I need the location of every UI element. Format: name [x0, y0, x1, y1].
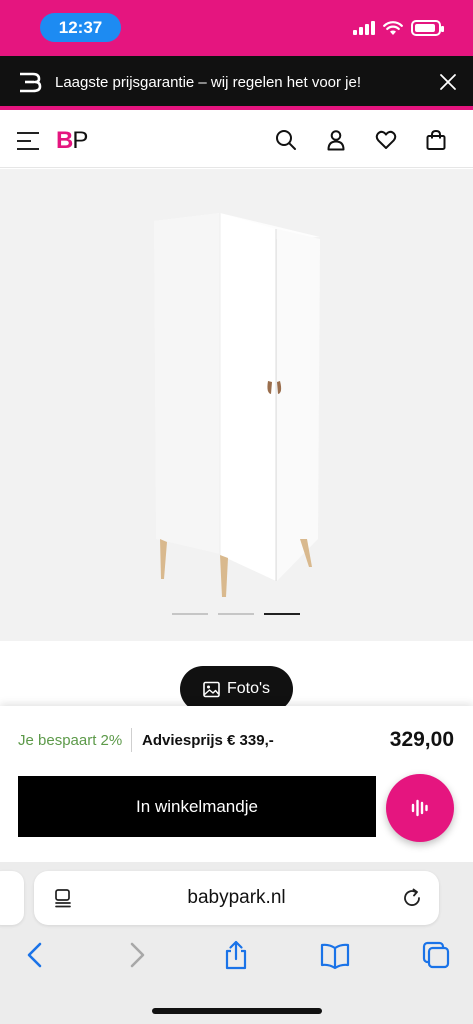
previous-tab-preview[interactable] — [0, 871, 24, 925]
back-icon[interactable] — [20, 940, 50, 970]
bookmarks-icon[interactable] — [320, 940, 350, 970]
product-image-gallery[interactable] — [0, 169, 473, 641]
product-image — [154, 213, 320, 597]
menu-icon[interactable] — [17, 132, 39, 150]
cellular-signal-icon — [353, 21, 375, 35]
savings-text: Je bespaart 2% — [18, 732, 123, 749]
status-bar: 12:37 — [0, 0, 473, 56]
heart-icon[interactable] — [375, 129, 397, 151]
logo-letter-b: B — [56, 127, 73, 154]
share-icon[interactable] — [221, 940, 251, 970]
promo-logo-icon — [20, 72, 42, 93]
battery-icon — [411, 20, 444, 36]
url-text[interactable]: babypark.nl — [34, 887, 439, 909]
logo-letter-p: P — [72, 127, 88, 154]
audio-wave-icon — [411, 799, 428, 817]
status-icons — [353, 20, 444, 36]
gallery-dot[interactable] — [264, 613, 300, 615]
close-icon[interactable] — [439, 73, 457, 91]
gallery-dot[interactable] — [218, 613, 254, 615]
add-to-cart-label: In winkelmandje — [136, 796, 258, 816]
product-price: 329,00 — [389, 728, 454, 751]
divider — [131, 728, 132, 752]
account-icon[interactable] — [325, 129, 347, 151]
gallery-dot[interactable] — [172, 613, 208, 615]
promo-banner: Laagste prijsgarantie – wij regelen het … — [0, 56, 473, 110]
browser-toolbar — [0, 940, 473, 974]
add-to-cart-button[interactable]: In winkelmandje — [18, 776, 376, 837]
browser-bottom-bar: babypark.nl — [0, 862, 473, 1024]
site-header: BP — [0, 114, 473, 168]
gallery-pagination — [172, 613, 300, 615]
reload-icon[interactable] — [401, 887, 423, 909]
promo-text: Laagste prijsgarantie – wij regelen het … — [55, 74, 362, 91]
advice-price: Adviesprijs € 339,- — [142, 732, 274, 749]
search-icon[interactable] — [275, 129, 297, 151]
image-icon — [203, 681, 220, 697]
voice-assistant-button[interactable] — [386, 774, 454, 842]
address-bar[interactable]: babypark.nl — [34, 871, 439, 925]
purchase-panel: Je bespaart 2% Adviesprijs € 339,- 329,0… — [0, 706, 473, 862]
shopping-bag-icon[interactable] — [425, 129, 447, 151]
wifi-icon — [383, 20, 403, 35]
photos-button-label: Foto's — [226, 680, 271, 697]
home-indicator[interactable] — [152, 1008, 322, 1014]
status-time[interactable]: 12:37 — [40, 13, 121, 42]
tabs-icon[interactable] — [421, 940, 451, 970]
forward-icon[interactable] — [122, 940, 152, 970]
brand-logo[interactable]: BP — [56, 127, 88, 154]
